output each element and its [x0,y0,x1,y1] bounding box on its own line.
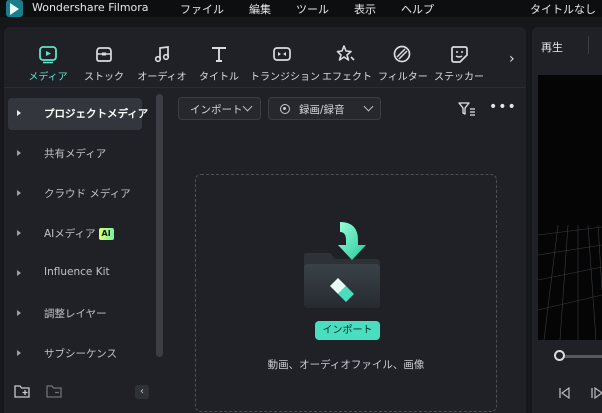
expand-arrow-icon [17,230,21,236]
tab-stock[interactable]: ストック [84,27,124,87]
timeline-scrub-handle[interactable] [554,350,565,361]
import-button[interactable]: インポート [315,321,380,340]
audio-icon [154,46,170,63]
expand-arrow-icon [17,150,21,156]
sidebar-item-adjustment-layer[interactable]: 調整レイヤー [8,298,142,330]
effect-icon [336,45,355,61]
tab-sticker-label: ステッカー [434,72,484,83]
tab-media[interactable]: メディア [28,27,68,87]
media-library-panel: メディア ストック オーディオ タイトル トランジション エフェクト フィルター… [4,27,526,413]
more-options-icon[interactable]: ••• [489,100,516,116]
sidebar-item-shared-media[interactable]: 共有メディア [8,138,142,170]
app-name: Wondershare Filmora [32,1,149,14]
expand-arrow-icon [17,310,21,316]
tab-transition[interactable]: トランジション [250,27,320,87]
media-icon [39,46,57,64]
previous-frame-icon[interactable] [558,387,570,399]
next-frame-icon[interactable] [590,387,602,399]
import-dropdown-button[interactable]: インポート [178,97,261,120]
sidebar-item-label: 共有メディア [44,148,107,160]
stock-icon [96,47,112,62]
sticker-icon [451,46,468,63]
document-title: タイトルなし [530,3,596,16]
menu-help[interactable]: ヘルプ [401,1,434,17]
record-dropdown-button[interactable]: 録画/録音 [268,97,381,120]
chevron-down-icon [242,101,253,112]
tab-filter-label: フィルター [378,72,428,83]
tabs-next-chevron-icon[interactable]: › [509,52,521,66]
drop-hint-text: 動画、オーディオファイル、画像 [267,359,425,371]
media-sidebar: プロジェクトメディア 共有メディア クラウド メディア AIメディア AI Inf… [8,92,158,392]
sidebar-item-label: プロジェクトメディア [44,108,149,120]
chevron-down-icon [363,101,374,112]
menu-file[interactable]: ファイル [180,1,224,17]
filter-sort-icon[interactable] [458,102,476,116]
tab-sticker[interactable]: ステッカー [434,27,484,87]
record-icon [280,104,290,114]
preview-header-divider [588,36,589,54]
preview-panel: 再生 [532,27,602,413]
tab-transition-label: トランジション [250,72,320,83]
ai-badge: AI [98,228,114,240]
sidebar-item-label: クラウド メディア [44,188,131,200]
import-dropdown-label: インポート [190,104,243,116]
player-tab-label[interactable]: 再生 [541,39,563,55]
sidebar-item-label: サブシーケンス [44,348,117,360]
sidebar-item-project-media[interactable]: プロジェクトメディア [8,98,148,130]
menu-tools[interactable]: ツール [296,1,329,17]
tab-effect[interactable]: エフェクト [322,27,372,87]
import-folder-icon [304,222,380,308]
filter-tab-icon [393,45,411,63]
sidebar-item-subsequence[interactable]: サブシーケンス [8,338,142,370]
ai-media-text: AIメディア [44,228,96,240]
menu-view[interactable]: 表示 [354,1,376,17]
tab-title[interactable]: タイトル [197,27,241,87]
sidebar-item-ai-media[interactable]: AIメディア AI [8,218,142,250]
expand-arrow-icon [17,110,21,116]
tab-effect-label: エフェクト [322,72,372,83]
tab-filter[interactable]: フィルター [378,27,428,87]
sidebar-scrollbar[interactable] [156,94,163,357]
sidebar-item-label: AIメディア AI [44,226,114,241]
tab-audio-label: オーディオ [137,72,187,83]
sidebar-item-influence-kit[interactable]: Influence Kit [8,258,142,290]
tab-media-label: メディア [28,72,68,83]
sidebar-item-label: Influence Kit [44,266,110,278]
preview-canvas [538,75,602,340]
expand-arrow-icon [17,270,21,276]
menu-bar: ファイル 編集 ツール 表示 ヘルプ [180,1,459,17]
media-drop-zone[interactable]: インポート 動画、オーディオファイル、画像 [195,174,497,412]
tab-title-label: タイトル [199,72,239,83]
filmora-logo-icon [6,0,23,17]
remove-folder-icon[interactable] [46,384,62,398]
title-bar: Wondershare Filmora ファイル 編集 ツール 表示 ヘルプ タ… [0,0,602,17]
sidebar-item-cloud-media[interactable]: クラウド メディア [8,178,142,210]
expand-arrow-icon [17,350,21,356]
sidebar-item-label: 調整レイヤー [44,308,107,320]
record-dropdown-label: 録画/録音 [299,104,345,116]
media-content-area: インポート 録画/録音 ••• インポート 動画、オーディオファイル、画像 [164,88,526,413]
expand-arrow-icon [17,190,21,196]
tab-stock-label: ストック [84,72,124,83]
collapse-sidebar-button[interactable]: ‹ [135,385,149,399]
transition-icon [273,47,291,61]
new-folder-icon[interactable] [14,384,30,398]
library-tabs: メディア ストック オーディオ タイトル トランジション エフェクト フィルター… [4,27,526,87]
title-icon [212,47,226,62]
tab-audio[interactable]: オーディオ [137,27,187,87]
menu-edit[interactable]: 編集 [249,1,271,17]
